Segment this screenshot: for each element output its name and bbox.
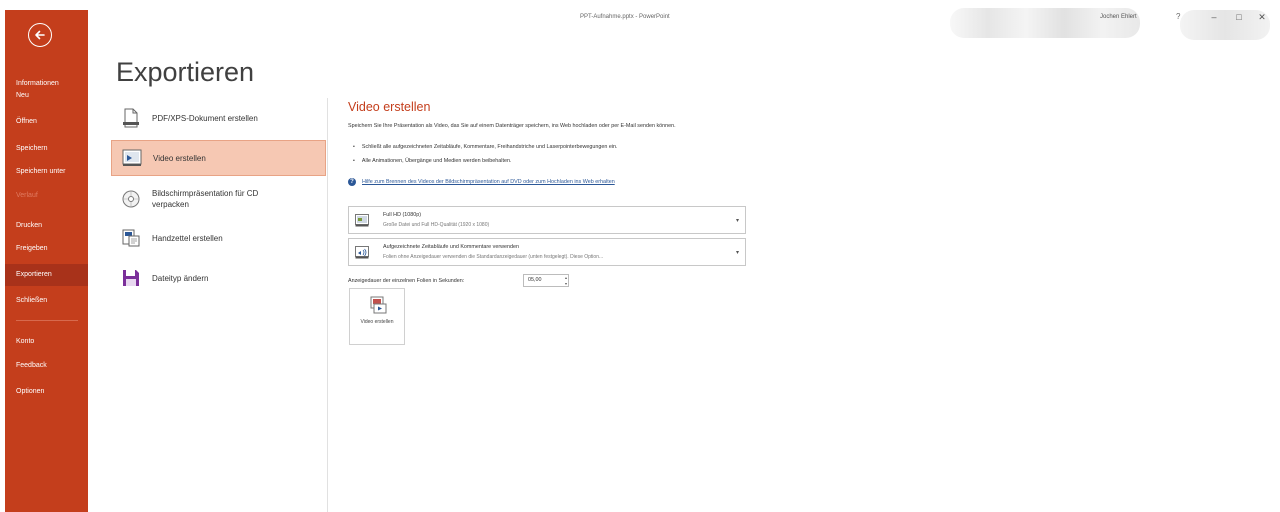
option-label: Handzettel erstellen [152, 233, 223, 243]
feature-bullet: Alle Animationen, Übergänge und Medien w… [353, 158, 512, 164]
timings-main-text: Aufgezeichnete Zeitabläufe und Kommentar… [383, 244, 520, 250]
sidebar-item-schliessen[interactable]: Schließen [5, 290, 88, 312]
dropdown-arrow-icon: ▾ [735, 250, 739, 256]
backstage-sidebar: Informationen Neu Öffnen Speichern Speichern… [5, 10, 88, 512]
back-button[interactable] [28, 23, 52, 47]
feature-bullet: Schließt alle aufgezeichneten Zeitabläuf… [353, 144, 618, 150]
video-icon [121, 147, 143, 169]
spin-up-icon[interactable]: ▴ [565, 275, 567, 280]
option-pdf-xps[interactable]: PDF/XPS-Dokument erstellen [111, 103, 326, 133]
maximize-button[interactable]: □ [1230, 10, 1248, 24]
panel-description: Speichern Sie Ihre Präsentation als Vide… [348, 123, 676, 129]
help-link[interactable]: ? Hilfe zum Brennen des Videos der Bilds… [348, 178, 615, 186]
sidebar-item-feedback[interactable]: Feedback [5, 355, 88, 377]
option-change-file-type[interactable]: Dateityp ändern [111, 264, 326, 292]
sidebar-item-optionen[interactable]: Optionen [5, 381, 88, 403]
option-label: Dateityp ändern [152, 273, 209, 283]
duration-spinner[interactable]: ▴ ▾ [563, 275, 569, 286]
save-file-icon [120, 267, 142, 289]
option-label: Bildschirmpräsentation für CD verpacken [152, 189, 259, 209]
sidebar-item-drucken[interactable]: Drucken [5, 215, 88, 237]
sidebar-item-freigeben[interactable]: Freigeben [5, 238, 88, 260]
duration-label: Anzeigedauer der einzelnen Folien in Sek… [348, 278, 465, 284]
option-video[interactable]: Video erstellen [111, 140, 326, 176]
dropdown-arrow-icon: ▾ [735, 218, 739, 224]
sidebar-item-speichern[interactable]: Speichern [5, 138, 88, 160]
handout-icon [120, 227, 142, 249]
create-video-label: Video erstellen [360, 319, 394, 325]
title-bar-decoration [950, 8, 1140, 38]
sidebar-item-konto[interactable]: Konto [5, 331, 88, 353]
spin-down-icon[interactable]: ▾ [565, 281, 567, 286]
sidebar-item-oeffnen[interactable]: Öffnen [5, 111, 88, 133]
sidebar-item-exportieren[interactable]: Exportieren [5, 264, 88, 286]
timings-dropdown[interactable]: Aufgezeichnete Zeitabläufe und Kommentar… [348, 238, 746, 266]
video-quality-icon [355, 214, 369, 227]
option-label: PDF/XPS-Dokument erstellen [152, 113, 258, 123]
sidebar-divider [16, 320, 78, 321]
pdf-document-icon [120, 107, 142, 129]
help-question-icon: ? [348, 178, 356, 186]
minimize-button[interactable]: – [1205, 10, 1223, 24]
sidebar-item-verlauf: Verlauf [16, 192, 38, 199]
help-link-text: Hilfe zum Brennen des Videos der Bildsch… [362, 179, 615, 185]
recorded-timings-icon [355, 246, 369, 259]
sidebar-item-neu[interactable]: Neu [5, 85, 88, 107]
page-title: Exportieren [116, 57, 255, 87]
cd-icon [120, 188, 142, 210]
option-handouts[interactable]: Handzettel erstellen [111, 224, 326, 252]
create-video-icon [370, 296, 387, 314]
help-button[interactable]: ? [1176, 12, 1180, 21]
powerpoint-backstage: Informationen Neu Öffnen Speichern Speichern… [0, 0, 1280, 512]
quality-sub-text: Große Datei und Full HD-Qualität (1920 x… [383, 222, 490, 228]
sidebar-item-speichern-unter[interactable]: Speichern unter [5, 161, 88, 183]
account-name[interactable]: Jochen Ehlert [1100, 14, 1137, 20]
option-label: Video erstellen [153, 153, 206, 163]
create-video-button[interactable]: Video erstellen [349, 288, 405, 345]
window-title: PPT-Aufnahme.pptx - PowerPoint [580, 14, 670, 20]
option-package-cd[interactable]: Bildschirmpräsentation für CD verpacken [111, 184, 326, 214]
close-button[interactable]: ✕ [1253, 10, 1271, 24]
quality-main-text: Full HD (1080p) [383, 212, 422, 218]
quality-dropdown[interactable]: Full HD (1080p) Große Datei und Full HD-… [348, 206, 746, 234]
panel-divider [327, 98, 328, 512]
timings-sub-text: Folien ohne Anzeigedauer verwenden die S… [383, 254, 604, 260]
back-arrow-icon [35, 30, 45, 40]
panel-title: Video erstellen [348, 100, 431, 114]
